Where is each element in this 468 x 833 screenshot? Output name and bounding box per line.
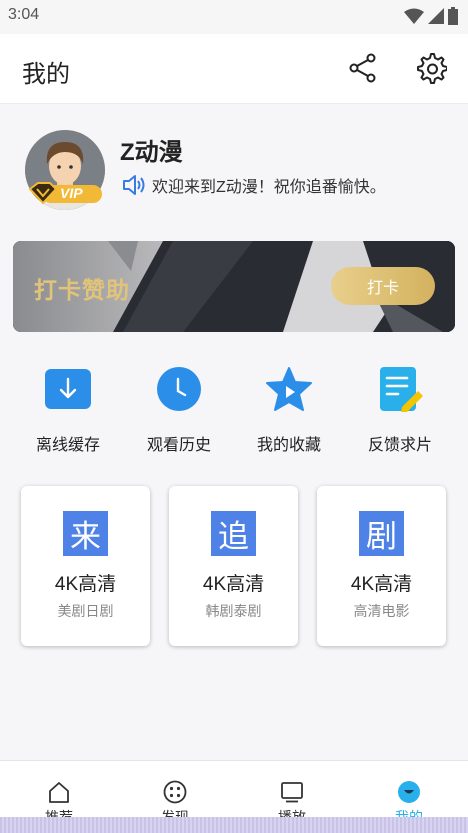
vip-badge: VIP [28,181,104,207]
discover-icon [162,779,188,805]
status-time: 3:04 [8,6,40,23]
card-subtitle: 美剧日剧 [57,603,114,619]
favorites-button[interactable]: 我的收藏 [239,365,339,455]
note-icon [376,365,424,413]
card-title: 4K高清 [350,574,413,595]
welcome-message: 欢迎来到Z动漫！祝你追番愉快。 [122,173,386,197]
feedback-button[interactable]: 反馈求片 [350,365,450,455]
card-title: 4K高清 [54,574,117,595]
battery-icon [448,7,458,25]
bottom-strip [0,817,468,833]
settings-button[interactable] [413,50,449,86]
username: Z动漫 [120,139,183,166]
app-bar: 我的 [0,34,468,104]
status-bar: 3:04 [0,0,468,34]
status-icons [404,7,458,25]
share-icon [349,53,376,83]
home-icon [46,779,72,805]
checkin-button[interactable]: 打卡 [331,267,435,305]
card-glyph: 剧 [359,511,404,556]
card-hd-movie[interactable]: 剧 4K高清 高清电影 [317,486,446,646]
sponsor-title: 打卡赞助 [34,277,130,303]
share-button[interactable] [345,50,381,86]
star-icon [265,365,313,413]
quick-label: 反馈求片 [367,437,432,454]
card-glyph: 来 [63,511,108,556]
profile-header: VIP Z动漫 欢迎来到Z动漫！祝你追番愉快。 [0,105,468,225]
wifi-icon [404,8,424,24]
card-subtitle: 高清电影 [353,603,410,619]
card-subtitle: 韩剧泰剧 [205,603,262,619]
download-icon [44,365,92,413]
sponsor-banner[interactable]: 打卡赞助 打卡 [13,241,455,332]
tv-icon [279,779,305,805]
offline-cache-button[interactable]: 离线缓存 [18,365,118,455]
quick-actions: 离线缓存 观看历史 我的收藏 反馈求片 [0,365,468,455]
card-us-jp-drama[interactable]: 来 4K高清 美剧日剧 [21,486,150,646]
welcome-text: 欢迎来到Z动漫！祝你追番愉快。 [152,179,386,196]
gear-icon [417,53,447,84]
speaker-icon [123,175,145,195]
card-kr-th-drama[interactable]: 追 4K高清 韩剧泰剧 [169,486,298,646]
card-glyph: 追 [211,511,256,556]
profile-icon [396,779,422,805]
watch-history-button[interactable]: 观看历史 [129,365,229,455]
clock-icon [155,365,203,413]
card-title: 4K高清 [202,574,265,595]
vip-label: VIP [60,185,83,201]
page-title: 我的 [22,61,70,88]
quick-label: 离线缓存 [35,437,100,454]
quick-label: 我的收藏 [256,437,321,454]
signal-icon [428,8,444,24]
quick-label: 观看历史 [146,437,211,454]
